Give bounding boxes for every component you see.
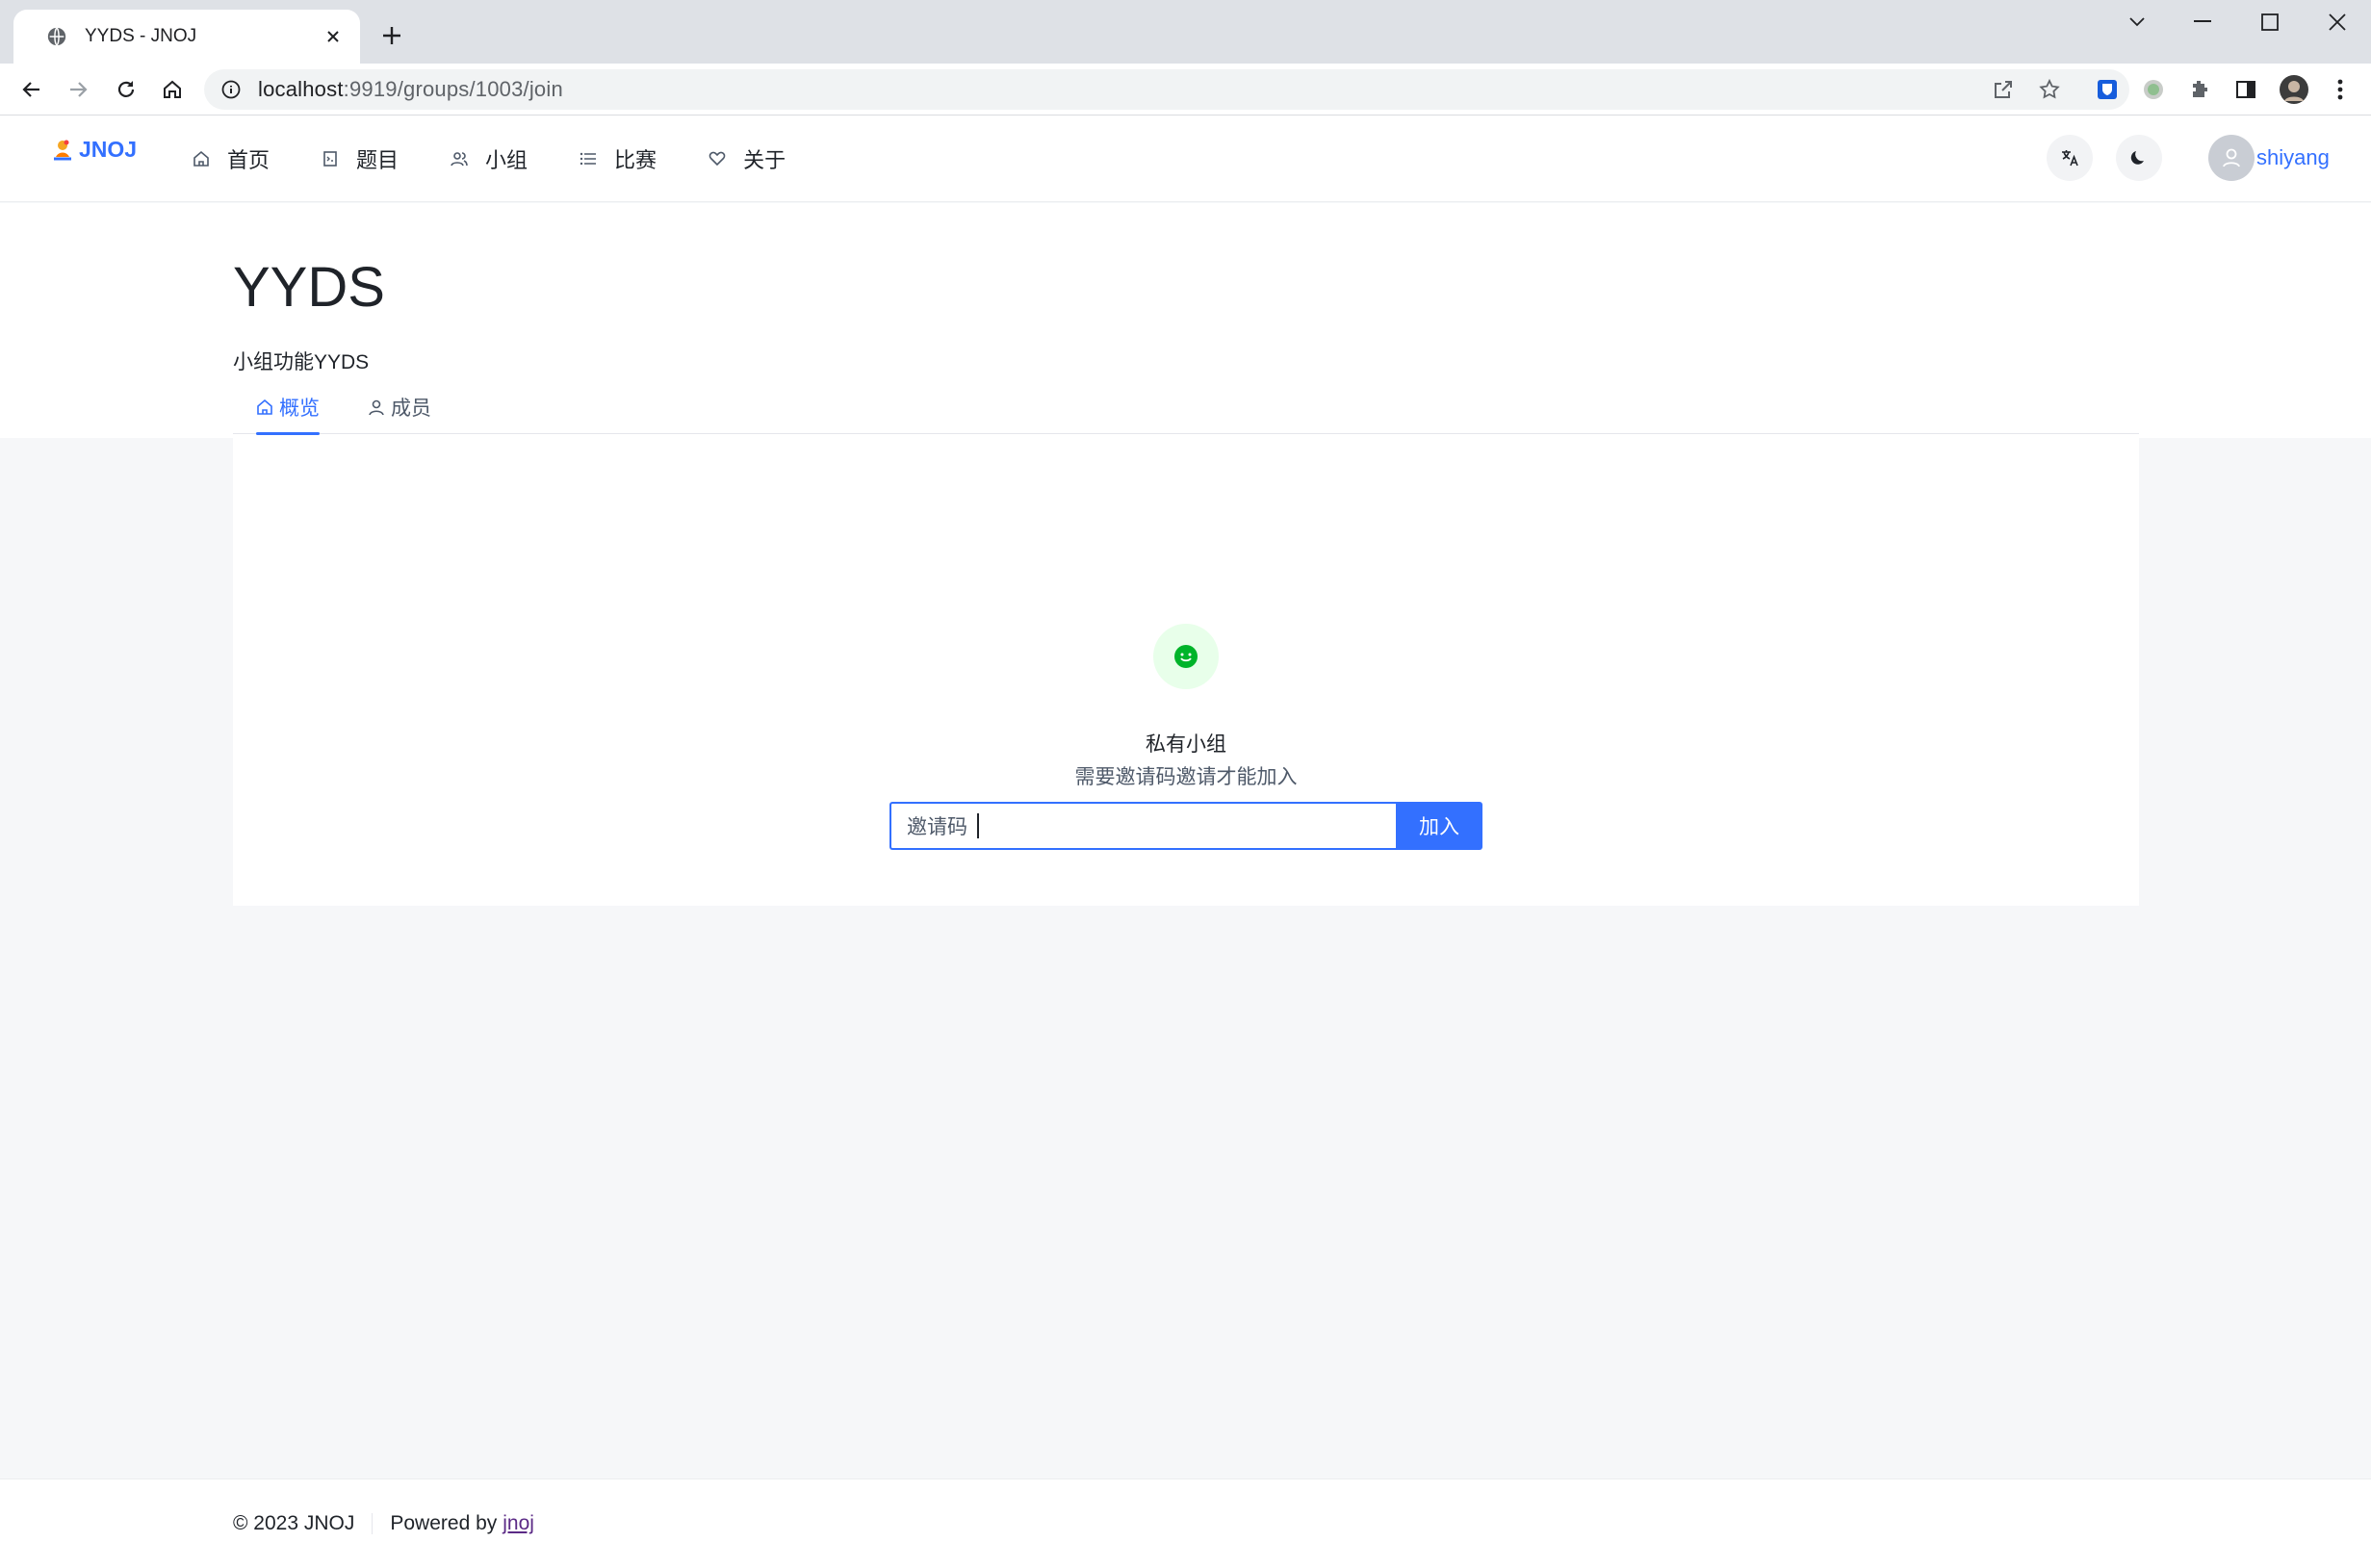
close-tab-icon[interactable]	[323, 27, 343, 46]
footer-jnoj-link[interactable]: jnoj	[503, 1512, 534, 1535]
nav-item-about[interactable]: 关于	[709, 143, 786, 174]
bitwarden-extension-icon[interactable]	[2095, 77, 2120, 102]
logo-text: JNOJ	[79, 137, 138, 162]
result-subtitle: 需要邀请码邀请才能加入	[1074, 766, 1298, 788]
theme-toggle-button[interactable]	[2116, 135, 2162, 181]
nav-item-label: 关于	[743, 148, 786, 172]
site-logo[interactable]: JNOJ	[50, 137, 137, 163]
tab-members[interactable]: 成员	[368, 379, 431, 434]
logo-icon	[54, 140, 71, 160]
group-tabs: 概览 成员	[233, 379, 2139, 435]
group-icon	[451, 152, 468, 167]
new-tab-icon[interactable]	[379, 23, 404, 48]
globe-icon	[47, 27, 66, 46]
profile-avatar-icon[interactable]	[2280, 75, 2308, 104]
invite-code-input[interactable]	[979, 807, 1396, 845]
address-bar[interactable]: localhost:9919/groups/1003/join	[204, 69, 2129, 110]
heart-icon	[709, 151, 726, 167]
share-icon[interactable]	[1991, 77, 2016, 102]
tab-overview[interactable]: 概览	[256, 379, 320, 435]
nav-item-label: 小组	[485, 148, 528, 172]
join-form: 邀请码 加入	[889, 802, 1482, 850]
tab-label: 成员	[391, 397, 431, 420]
main-menu: 首页 题目 小组 比赛 关于	[193, 116, 838, 202]
user-icon	[2223, 148, 2240, 167]
nav-item-label: 比赛	[614, 148, 657, 172]
username: shiyang	[2256, 145, 2330, 169]
result-title: 私有小组	[1146, 733, 1226, 756]
forward-icon[interactable]	[65, 77, 90, 102]
problem-icon	[323, 151, 337, 167]
tab-label: 概览	[279, 397, 320, 420]
smile-icon	[1174, 645, 1198, 668]
home-browser-icon[interactable]	[160, 77, 185, 102]
close-window-icon[interactable]	[2316, 10, 2358, 35]
url-path: :9919/groups/1003/join	[343, 77, 563, 101]
site-info-icon[interactable]	[221, 80, 241, 99]
footer-divider	[372, 1513, 374, 1534]
footer-content: © 2023 JNOJ Powered by jnoj	[233, 1479, 534, 1568]
invite-code-label: 邀请码	[907, 816, 967, 838]
avatar	[2208, 135, 2255, 181]
user-menu[interactable]: shiyang	[2208, 135, 2330, 181]
nav-item-problems[interactable]: 题目	[322, 143, 399, 174]
browser-tab-strip: YYDS - JNOJ	[0, 0, 2371, 64]
nav-item-label: 首页	[227, 148, 271, 172]
side-panel-icon[interactable]	[2233, 77, 2258, 102]
maximize-icon[interactable]	[2249, 10, 2291, 35]
nav-item-home[interactable]: 首页	[193, 143, 270, 174]
nav-item-label: 题目	[356, 148, 399, 172]
page-title: YYDS	[233, 256, 385, 319]
moon-icon	[2130, 151, 2144, 165]
minimize-icon[interactable]	[2181, 10, 2224, 35]
language-button[interactable]	[2047, 135, 2093, 181]
result-status	[1153, 624, 1219, 689]
home-icon	[193, 150, 209, 167]
nav-item-groups[interactable]: 小组	[451, 143, 528, 174]
tab-search-icon[interactable]	[2116, 10, 2158, 35]
footer-copyright: © 2023 JNOJ	[233, 1512, 355, 1534]
join-card: 私有小组 需要邀请码邀请才能加入 邀请码 加入	[233, 438, 2139, 906]
site-navbar: JNOJ 首页 题目 小组 比赛 关于 shiyang	[0, 116, 2371, 202]
url-host: localhost	[258, 77, 344, 101]
back-icon[interactable]	[19, 77, 44, 102]
list-icon	[580, 152, 597, 166]
extensions-puzzle-icon[interactable]	[2187, 77, 2212, 102]
page-viewport: JNOJ 首页 题目 小组 比赛 关于 shiyang YYDS 小组功能YYD…	[0, 116, 2371, 1567]
reload-icon[interactable]	[114, 77, 139, 102]
home-icon	[257, 398, 272, 415]
extension-circle-icon[interactable]	[2141, 77, 2166, 102]
browser-tab-title: YYDS - JNOJ	[85, 26, 197, 46]
translate-icon	[2062, 150, 2078, 167]
browser-tab[interactable]: YYDS - JNOJ	[13, 10, 360, 64]
bookmark-star-icon[interactable]	[2037, 77, 2062, 102]
join-button[interactable]: 加入	[1396, 802, 1482, 850]
browser-menu-icon[interactable]	[2328, 77, 2353, 102]
browser-toolbar: localhost:9919/groups/1003/join	[0, 64, 2371, 116]
footer-powered-by: Powered by	[390, 1512, 498, 1534]
url-text: localhost:9919/groups/1003/join	[258, 77, 563, 102]
group-description: 小组功能YYDS	[233, 351, 370, 373]
nav-item-contests[interactable]: 比赛	[580, 143, 657, 174]
user-icon	[369, 399, 384, 415]
site-footer: © 2023 JNOJ Powered by jnoj	[0, 1478, 2371, 1567]
invite-code-field[interactable]: 邀请码	[889, 802, 1396, 850]
